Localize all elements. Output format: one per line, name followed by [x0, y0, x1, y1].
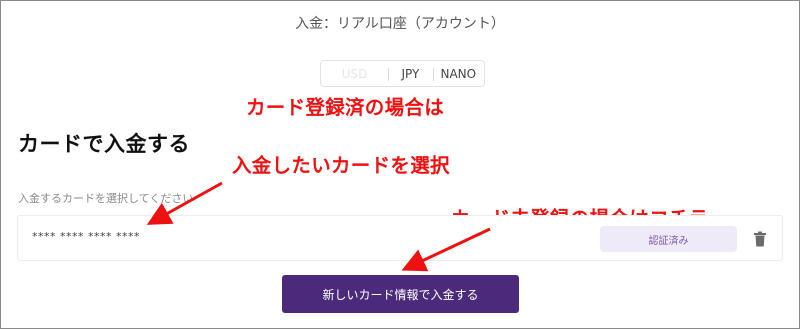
page-title: 入金：リアル口座（アカウント）: [295, 16, 505, 32]
card-select-label: 入金するカードを選択してください: [18, 192, 194, 205]
section-heading: カードで入金する: [18, 132, 190, 156]
trash-icon[interactable]: [753, 231, 767, 247]
new-card-deposit-button[interactable]: 新しいカード情報で入金する: [282, 275, 519, 313]
saved-card-row[interactable]: **** **** **** **** 認証済み: [17, 215, 783, 261]
currency-option-usd[interactable]: USD: [321, 61, 388, 86]
currency-option-jpy[interactable]: JPY: [388, 61, 432, 86]
verified-badge: 認証済み: [600, 226, 737, 252]
card-number: **** **** **** ****: [32, 230, 140, 243]
annotation-registered: カード登録済の場合は: [246, 96, 445, 119]
annotation-select-card: 入金したいカードを選択: [232, 154, 450, 177]
currency-option-nano[interactable]: NANO: [432, 61, 484, 86]
currency-selector[interactable]: USD JPY NANO: [320, 60, 485, 87]
